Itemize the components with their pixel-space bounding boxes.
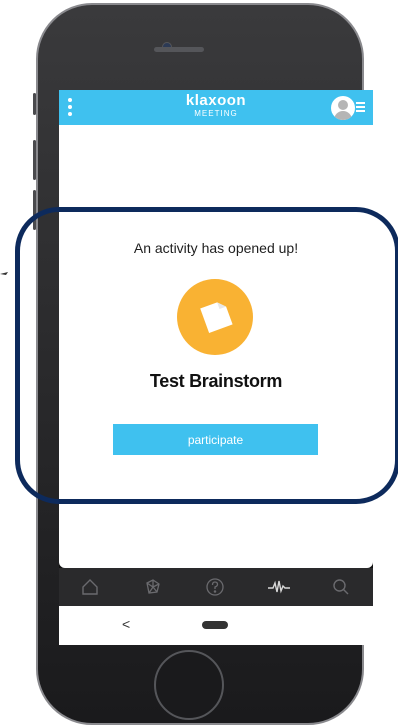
home-pill[interactable] xyxy=(202,621,228,629)
search-icon[interactable] xyxy=(331,577,351,597)
app-logo: klaxoon MEETING xyxy=(59,93,373,119)
brand-name: klaxoon xyxy=(185,92,247,109)
pulse-icon[interactable] xyxy=(267,577,290,597)
mute-switch xyxy=(33,93,36,115)
question-icon[interactable] xyxy=(205,577,225,597)
avatar[interactable] xyxy=(331,96,355,120)
brand-subtitle: MEETING xyxy=(194,109,238,118)
highlight-frame xyxy=(15,207,398,504)
volume-up-button xyxy=(33,140,36,180)
phone-home-button[interactable] xyxy=(154,650,224,720)
account-menu-icon[interactable] xyxy=(356,102,365,114)
android-navigation-bar: < xyxy=(59,606,373,645)
home-icon[interactable] xyxy=(80,577,100,597)
app-header: klaxoon MEETING xyxy=(59,90,373,125)
back-button[interactable]: < xyxy=(122,616,130,632)
bottom-nav xyxy=(59,568,373,606)
network-icon[interactable] xyxy=(143,577,163,597)
earpiece-speaker xyxy=(154,47,204,52)
pointer-arrow-icon xyxy=(0,268,10,286)
